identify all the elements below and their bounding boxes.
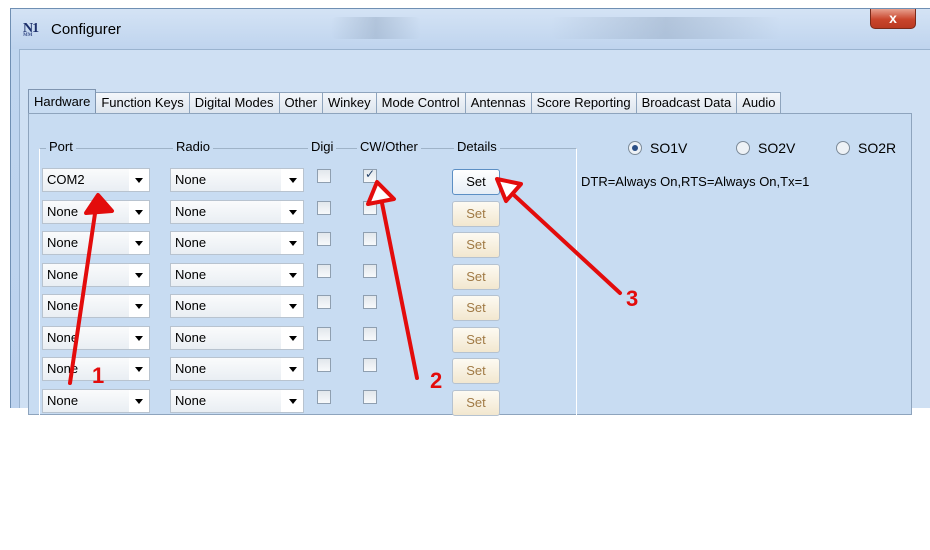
annotation-arrowhead-2 — [366, 180, 396, 206]
red-annotation-arrows — [68, 177, 622, 385]
annotation-arrow-2 — [377, 186, 419, 380]
tab-hardware[interactable]: Hardware — [28, 89, 97, 113]
annotation-arrow-1 — [68, 198, 99, 385]
annotation-number-3: 3 — [626, 286, 639, 311]
annotation-number-1: 1 — [92, 363, 105, 388]
annotation-arrowhead-1 — [84, 193, 114, 215]
annotation-arrow-3 — [500, 182, 622, 295]
annotation-number-2: 2 — [430, 368, 443, 393]
